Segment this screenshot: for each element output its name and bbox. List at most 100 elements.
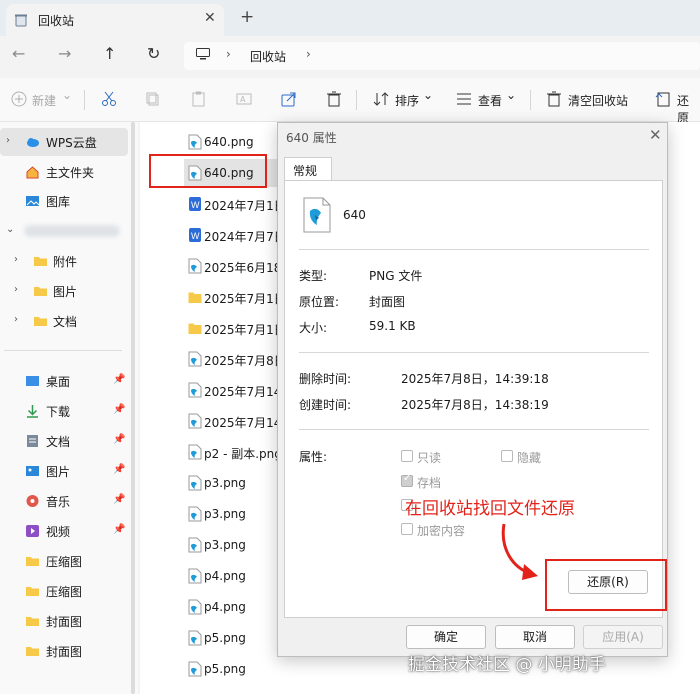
sidebar-item-compressed-1[interactable]: 压缩图 [0,547,128,575]
tab-general[interactable]: 常规 [284,157,332,181]
forward-button[interactable]: → [58,44,71,63]
folder-icon [34,257,47,266]
close-icon[interactable]: ✕ [649,126,662,144]
chevron-down-icon: ⌄ [62,88,73,102]
rename-icon[interactable]: A [235,90,253,108]
folder-icon [188,320,202,336]
new-tab-button[interactable]: + [240,7,254,27]
pin-icon[interactable]: 📌 [113,404,125,415]
file-row[interactable]: p3.png [184,469,280,497]
encrypt-checkbox[interactable] [401,523,413,535]
sidebar-item-attachments[interactable]: › 附件 [0,247,128,275]
restore-icon [655,92,670,107]
refresh-button[interactable]: ↻ [147,44,160,63]
divider [299,429,649,430]
dialog-title: 640 属性 [286,131,337,145]
hidden-checkbox[interactable] [501,450,513,462]
sidebar-item-gallery[interactable]: 图库 [0,187,128,215]
readonly-checkbox[interactable] [401,450,413,462]
sidebar-item-wps-cloud[interactable]: › WPS云盘 [0,128,128,156]
file-name: 2024年7月1日 [204,199,280,213]
svg-text:A: A [240,95,246,104]
sidebar-item-documents[interactable]: 文档 📌 [0,427,128,455]
chevron-right-icon[interactable]: › [14,254,18,265]
sidebar-item-label: 封面图 [46,645,83,659]
archive-checkbox[interactable] [401,473,413,487]
pin-icon[interactable]: 📌 [113,434,125,445]
image-file-icon [188,134,202,150]
sidebar-item-label: WPS云盘 [46,136,97,150]
sidebar-item-documents-folder[interactable]: › 文档 [0,307,128,335]
chevron-down-icon: ⌄ [423,88,434,102]
restore-all-button[interactable]: 还原 [677,92,700,126]
sidebar-item-drive[interactable]: ⌄ [0,217,128,245]
chevron-down-icon[interactable]: ⌄ [6,224,14,235]
file-row[interactable]: 2025年6月18日 [184,252,280,280]
file-row[interactable]: W 2024年7月7日 [184,221,280,249]
tab-bar: 回收站 ✕ + [0,0,700,36]
image-file-icon [188,506,202,522]
sidebar-item-pictures[interactable]: 图片 📌 [0,457,128,485]
sidebar-item-compressed-2[interactable]: 压缩图 [0,577,128,605]
new-button[interactable]: 新建 [32,92,56,109]
address-bar[interactable]: › 回收站 › [184,42,700,70]
file-row[interactable]: W 2024年7月1日 [184,190,280,218]
apply-button[interactable]: 应用(A) [583,625,663,649]
image-file-icon [188,599,202,615]
chevron-right-icon[interactable]: › [14,284,18,295]
sidebar-item-label: 桌面 [46,375,71,389]
file-row[interactable]: 2025年7月14日 [184,376,280,404]
file-row[interactable]: 640.png [184,128,280,156]
file-row[interactable]: p4.png [184,593,280,621]
document-icon [27,435,38,447]
breadcrumb-separator[interactable]: › [306,47,311,61]
image-file-icon [188,568,202,584]
file-row[interactable]: p3.png [184,500,280,528]
sidebar-item-label: 图片 [46,465,71,479]
file-row[interactable]: 2025年7月1日 [184,314,280,342]
sidebar-item-pictures-folder[interactable]: › 图片 [0,277,128,305]
chevron-right-icon[interactable]: › [14,314,18,325]
sidebar-item-home[interactable]: 主文件夹 [0,158,128,186]
pin-icon[interactable]: 📌 [113,464,125,475]
sidebar-item-downloads[interactable]: 下载 📌 [0,397,128,425]
tab-recycle-bin[interactable]: 回收站 ✕ [6,4,224,36]
pin-icon[interactable]: 📌 [113,374,125,385]
chevron-right-icon[interactable]: › [6,135,10,146]
pin-icon[interactable]: 📌 [113,524,125,535]
sidebar-item-videos[interactable]: 视频 📌 [0,517,128,545]
sidebar-scrollbar[interactable] [131,122,135,694]
sidebar-item-desktop[interactable]: 桌面 📌 [0,367,128,395]
file-row[interactable]: p4.png [184,562,280,590]
sidebar-item-music[interactable]: 音乐 📌 [0,487,128,515]
file-row[interactable]: 2025年7月8日 [184,345,280,373]
file-row[interactable]: 2025年7月14日 [184,407,280,435]
breadcrumb-recycle-bin[interactable]: 回收站 [250,48,286,65]
file-row[interactable]: 2025年7月1日 [184,283,280,311]
recycle-bin-icon [15,14,27,27]
copy-icon[interactable] [144,90,162,108]
cut-icon[interactable] [100,90,118,108]
view-button[interactable]: 查看 [478,92,502,109]
up-button[interactable]: ↑ [103,44,116,63]
pin-icon[interactable]: 📌 [113,494,125,505]
video-icon [26,525,39,537]
sidebar-item-cover-1[interactable]: 封面图 [0,607,128,635]
file-row[interactable]: p3.png [184,531,280,559]
sort-button[interactable]: 排序 [395,92,419,109]
cancel-button[interactable]: 取消 [495,625,575,649]
music-icon [26,495,39,507]
ok-button[interactable]: 确定 [406,625,486,649]
breadcrumb-separator[interactable]: › [226,47,231,61]
paste-icon[interactable] [190,90,208,108]
file-row[interactable]: p2 - 副本.png [184,438,280,466]
delete-icon[interactable] [325,90,343,108]
file-row[interactable]: p5.png [184,624,280,652]
empty-recycle-bin-button[interactable]: 清空回收站 [568,92,628,109]
file-row[interactable]: p5.png [184,655,280,683]
sidebar-item-cover-2[interactable]: 封面图 [0,637,128,665]
close-tab-icon[interactable]: ✕ [204,10,216,26]
back-button[interactable]: ← [12,44,25,63]
folder-icon [34,287,47,296]
share-icon[interactable] [280,90,298,108]
